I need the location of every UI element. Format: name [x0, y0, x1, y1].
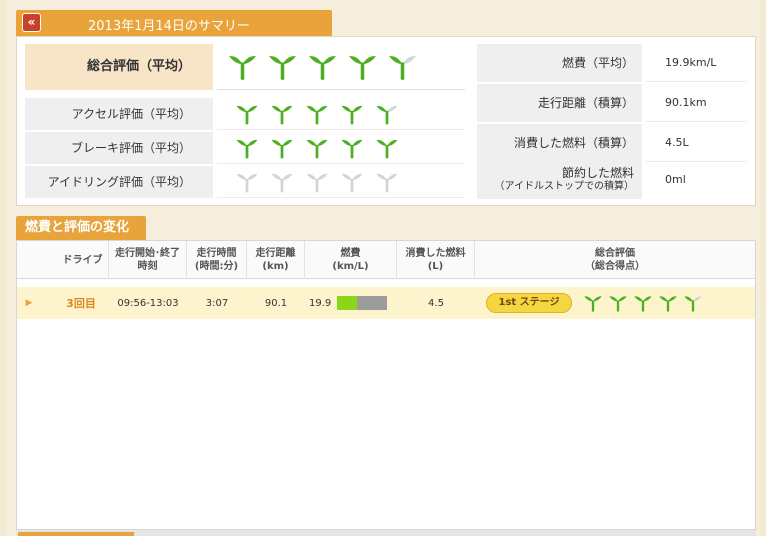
cell-drive[interactable]: 3回目	[57, 287, 105, 319]
col-start-end-line1: 走行開始･終了	[115, 248, 180, 259]
stat-label-fuel-saved-line1: 節約した燃料	[561, 166, 634, 180]
sprout-rating-accel	[217, 98, 465, 130]
sprout-icon	[271, 173, 293, 192]
sprout-rating-brake	[217, 132, 465, 164]
stat-label-fuel-saved-line2: （アイドルストップでの積算）	[494, 181, 635, 192]
col-fuel-used-line2: (L)	[427, 261, 444, 272]
summary-panel: 総合評価（平均） アクセル評価（平均） ブレーキ評価（平均） アイドリング評価（…	[16, 36, 756, 206]
col-time: 走行時間 (時間:分)	[187, 241, 247, 279]
sprout-icon	[609, 296, 627, 312]
sprout-icon	[306, 105, 328, 124]
stat-label-fuel-saved: 節約した燃料 （アイドルストップでの積算）	[477, 161, 642, 199]
summary-title: 2013年1月14日のサマリー	[88, 19, 250, 34]
eval-label-accel: アクセル評価（平均）	[25, 98, 213, 130]
stat-value-fuel-saved: 0ml	[665, 173, 686, 186]
stage-button[interactable]: 1st ステージ	[486, 293, 572, 313]
sprout-icon	[634, 296, 652, 312]
sprout-icon	[341, 105, 363, 124]
changes-header: 燃費と評価の変化	[16, 216, 146, 240]
col-overall: 総合評価 （総合得点）	[475, 241, 755, 279]
col-fuel-used-line1: 消費した燃料	[405, 248, 466, 259]
col-fuel-efficiency-line2: (km/L)	[332, 261, 369, 272]
cell-stage: 1st ステージ	[483, 287, 575, 319]
cell-distance: 90.1	[264, 297, 288, 309]
sprout-icon	[271, 139, 293, 158]
sprout-icon	[376, 105, 398, 124]
sprout-icon	[341, 139, 363, 158]
back-button[interactable]: «	[22, 13, 41, 32]
sprout-icon	[236, 173, 258, 192]
sprout-icon	[341, 173, 363, 192]
sprout-icon	[271, 105, 293, 124]
sprout-icon	[376, 173, 398, 192]
col-start-end: 走行開始･終了 時刻	[109, 241, 187, 279]
changes-panel: ドライブ 走行開始･終了 時刻 走行時間 (時間:分) 走行距離 (km) 燃費…	[16, 240, 756, 530]
col-overall-line1: 総合評価	[595, 248, 635, 259]
sprout-icon	[229, 56, 256, 80]
col-distance-line1: 走行距離	[255, 248, 296, 259]
fuel-efficiency-bar	[337, 296, 388, 310]
col-start-end-line2: 時刻	[137, 261, 158, 272]
col-fuel-used: 消費した燃料 (L)	[397, 241, 475, 279]
col-fuel-efficiency: 燃費 (km/L)	[305, 241, 397, 279]
stat-value-distance: 90.1km	[645, 84, 747, 122]
col-overall-line2: （総合得点）	[585, 261, 645, 272]
summary-header: « 2013年1月14日のサマリー	[16, 10, 332, 36]
sprout-rating-idling	[217, 166, 465, 198]
cell-overall-sprouts	[583, 287, 713, 319]
stat-value-fuel-efficiency: 19.9km/L	[645, 44, 747, 82]
fuel-efficiency-value: 19.9	[309, 297, 332, 309]
sprout-icon	[236, 139, 258, 158]
col-drive: ドライブ	[57, 241, 109, 279]
eval-label-idling: アイドリング評価（平均）	[25, 166, 213, 198]
stat-value-fuel-used: 4.5L	[645, 124, 747, 162]
cell-start-end: 09:56-13:03	[117, 297, 179, 309]
bottom-tab-indicator	[18, 532, 134, 536]
col-fuel-efficiency-line1: 燃費	[340, 248, 361, 259]
sprout-icon	[659, 296, 677, 312]
table-header: ドライブ 走行開始･終了 時刻 走行時間 (時間:分) 走行距離 (km) 燃費…	[17, 241, 755, 279]
stat-label-fuel-used: 消費した燃料（積算）	[477, 124, 642, 162]
sprout-icon	[349, 56, 376, 80]
sprout-icon	[269, 56, 296, 80]
sprout-icon	[389, 56, 416, 80]
eval-label-brake: ブレーキ評価（平均）	[25, 132, 213, 164]
stat-label-distance: 走行距離（積算）	[477, 84, 642, 122]
double-left-chevron-icon: «	[27, 15, 36, 29]
eval-label-overall: 総合評価（平均）	[25, 44, 213, 90]
cell-fuel-used: 4.5	[428, 297, 444, 309]
fuel-efficiency-bar-fill	[337, 296, 358, 310]
sprout-icon	[376, 139, 398, 158]
sprout-rating-overall	[217, 44, 465, 90]
sprout-icon	[306, 173, 328, 192]
stat-label-fuel-efficiency: 燃費（平均）	[477, 44, 642, 82]
sprout-icon	[684, 296, 702, 312]
sprout-icon	[309, 56, 336, 80]
sprout-icon	[306, 139, 328, 158]
sprout-icon	[236, 105, 258, 124]
col-time-line2: (時間:分)	[194, 261, 239, 272]
sprout-icon	[584, 296, 602, 312]
table-row[interactable]: ▶ 3回目 09:56-13:03 3:07 90.1 19.9 4.5 1st…	[17, 287, 755, 319]
col-distance-line2: (km)	[262, 261, 289, 272]
cell-time: 3:07	[205, 297, 229, 309]
col-time-line1: 走行時間	[196, 248, 237, 259]
expand-arrow-icon[interactable]: ▶	[21, 287, 37, 319]
cell-fuel-efficiency: 19.9	[309, 287, 397, 319]
col-distance: 走行距離 (km)	[247, 241, 305, 279]
